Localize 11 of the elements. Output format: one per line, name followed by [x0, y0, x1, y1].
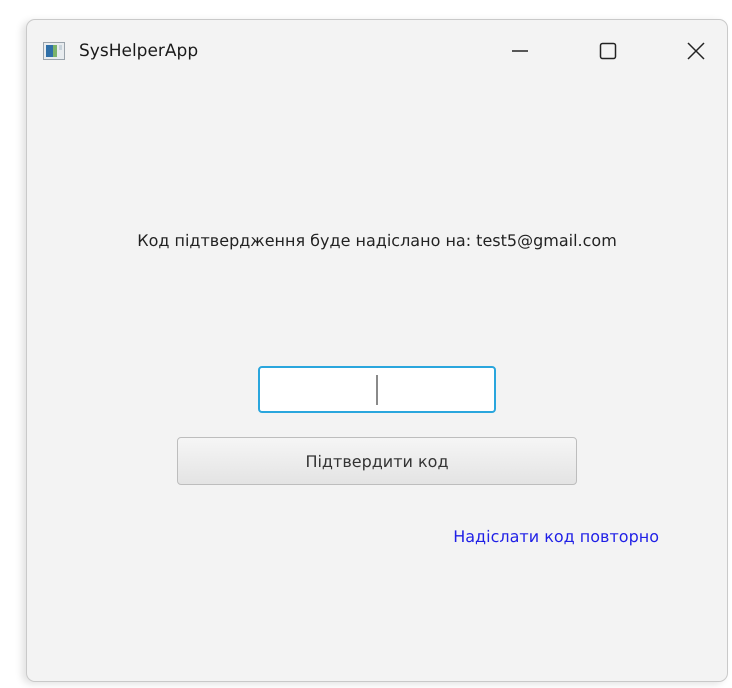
window-title: SysHelperApp [79, 41, 198, 61]
close-icon [685, 40, 707, 62]
confirm-code-button[interactable]: Підтвердити код [177, 437, 577, 485]
resend-code-link[interactable]: Надіслати код повторно [453, 525, 659, 549]
app-icon [43, 42, 65, 60]
confirmation-message: Код підтвердження буде надіслано на: test5@gmail.com [137, 230, 617, 252]
minimize-icon [512, 50, 528, 52]
code-input-field[interactable] [258, 366, 496, 413]
maximize-icon [597, 40, 619, 62]
close-button[interactable] [685, 40, 707, 62]
maximize-button[interactable] [597, 40, 619, 62]
